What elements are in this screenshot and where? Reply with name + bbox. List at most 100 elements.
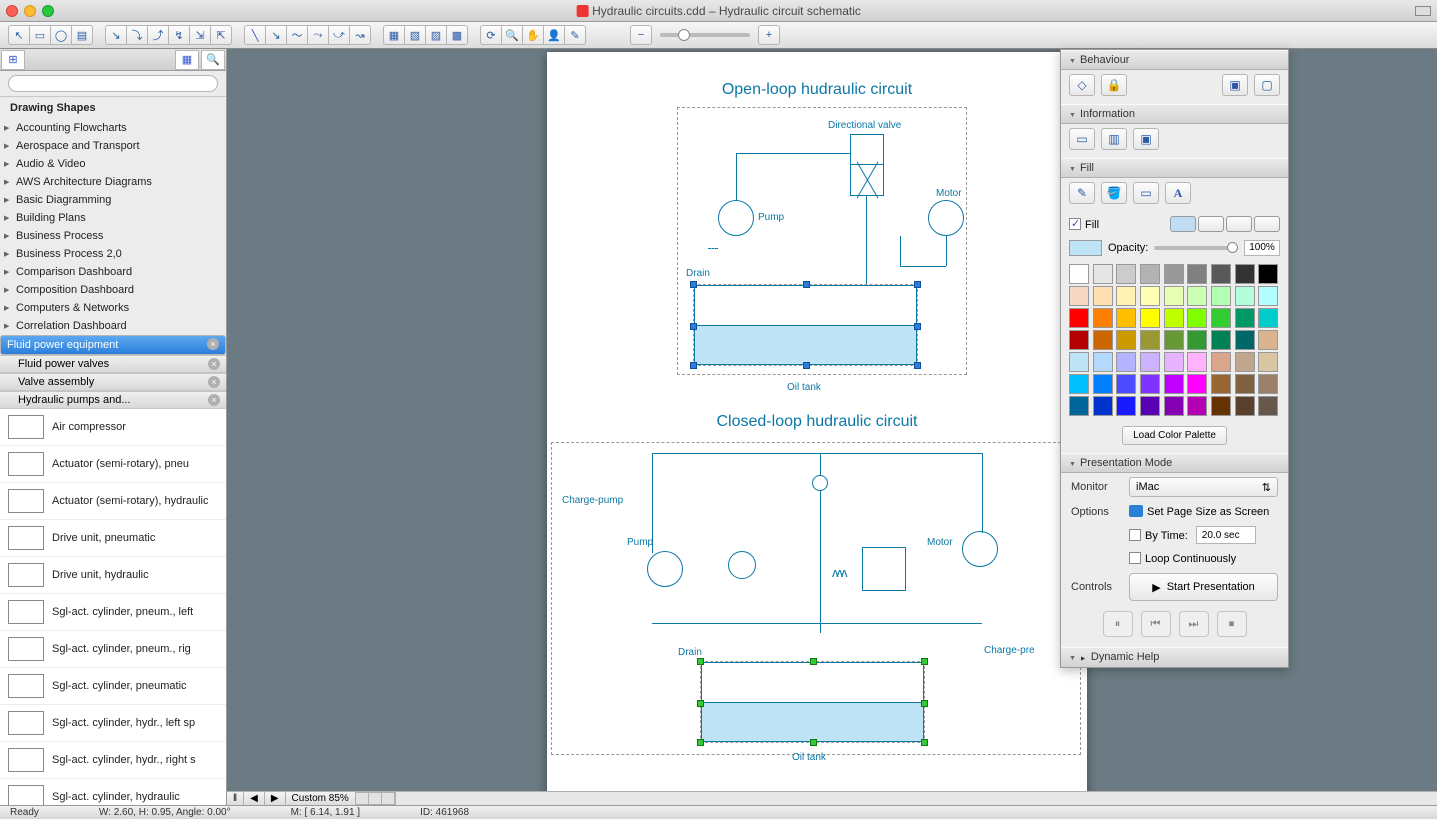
align-tool-1[interactable]: ▦ <box>383 25 405 45</box>
oil-tank-1[interactable] <box>693 284 918 366</box>
zoom-window-button[interactable] <box>42 5 54 17</box>
rect-tool[interactable]: ▭ <box>29 25 51 45</box>
hscroll-left[interactable]: ‖ <box>227 792 244 805</box>
color-swatch[interactable] <box>1116 264 1136 284</box>
opacity-slider[interactable] <box>1154 246 1238 250</box>
color-swatch[interactable] <box>1164 396 1184 416</box>
color-swatch[interactable] <box>1164 286 1184 306</box>
color-swatch[interactable] <box>1235 308 1255 328</box>
color-swatch[interactable] <box>1235 286 1255 306</box>
line-tool-6[interactable]: ↝ <box>349 25 371 45</box>
color-swatch[interactable] <box>1069 286 1089 306</box>
shape-item[interactable]: Sgl-act. cylinder, hydr., left sp <box>0 705 226 742</box>
color-swatch[interactable] <box>1069 308 1089 328</box>
connector-tool-2[interactable]: ⤵ <box>126 25 148 45</box>
section-information[interactable]: Information <box>1061 104 1288 124</box>
color-swatch[interactable] <box>1187 308 1207 328</box>
fill-checkbox[interactable]: ✓Fill <box>1069 218 1099 231</box>
color-swatch[interactable] <box>1069 330 1089 350</box>
library-category[interactable]: Comparison Dashboard <box>0 263 226 281</box>
library-category[interactable]: AWS Architecture Diagrams <box>0 173 226 191</box>
pres-pause-button[interactable]: ⏸ <box>1103 611 1133 637</box>
opt-page-size[interactable]: Set Page Size as Screen <box>1147 506 1269 518</box>
shape-item[interactable]: Sgl-act. cylinder, pneum., left <box>0 594 226 631</box>
color-swatch[interactable] <box>1116 330 1136 350</box>
color-swatch[interactable] <box>1140 286 1160 306</box>
behaviour-btn-4[interactable]: ▢ <box>1254 74 1280 96</box>
color-swatch[interactable] <box>1211 374 1231 394</box>
zoom-slider[interactable] <box>660 33 750 37</box>
monitor-select[interactable]: iMac⇅ <box>1129 477 1278 497</box>
pump-symbol-2[interactable] <box>647 551 683 587</box>
minimize-window-button[interactable] <box>24 5 36 17</box>
connector-tool-5[interactable]: ⇲ <box>189 25 211 45</box>
line-tool-5[interactable]: ⤻ <box>328 25 350 45</box>
library-category[interactable]: Business Process <box>0 227 226 245</box>
color-swatch[interactable] <box>1116 308 1136 328</box>
color-swatch[interactable] <box>1258 352 1278 372</box>
color-swatch[interactable] <box>1140 374 1160 394</box>
refresh-tool[interactable]: ⟳ <box>480 25 502 45</box>
opt-loop-checkbox[interactable]: Loop Continuously <box>1129 552 1236 565</box>
color-swatch[interactable] <box>1093 308 1113 328</box>
motor-symbol-1[interactable] <box>928 200 964 236</box>
shape-item[interactable]: Actuator (semi-rotary), hydraulic <box>0 483 226 520</box>
page-tabs[interactable] <box>356 792 395 805</box>
color-swatch[interactable] <box>1235 374 1255 394</box>
section-behaviour[interactable]: Behaviour <box>1061 50 1288 70</box>
line-tool-2[interactable]: ↘ <box>265 25 287 45</box>
behaviour-btn-3[interactable]: ▣ <box>1222 74 1248 96</box>
library-grid-button[interactable]: ▦ <box>175 50 199 70</box>
color-swatch[interactable] <box>1211 330 1231 350</box>
color-swatch[interactable] <box>1164 374 1184 394</box>
close-icon[interactable]: × <box>208 358 220 370</box>
color-swatch[interactable] <box>1140 264 1160 284</box>
library-category[interactable]: Accounting Flowcharts <box>0 119 226 137</box>
shape-item[interactable]: Drive unit, hydraulic <box>0 557 226 594</box>
color-swatch[interactable] <box>1211 396 1231 416</box>
fill-type-gradient[interactable] <box>1198 216 1224 232</box>
color-swatch[interactable] <box>1116 396 1136 416</box>
color-swatch[interactable] <box>1116 374 1136 394</box>
color-swatch[interactable] <box>1187 352 1207 372</box>
color-swatch[interactable] <box>1235 396 1255 416</box>
line-tool-3[interactable]: 〜 <box>286 25 308 45</box>
fill-text-icon[interactable]: A <box>1165 182 1191 204</box>
color-swatch[interactable] <box>1211 352 1231 372</box>
color-swatch[interactable] <box>1140 330 1160 350</box>
library-tree-button[interactable]: ⊞ <box>1 50 25 70</box>
color-swatch[interactable] <box>1164 264 1184 284</box>
align-tool-4[interactable]: ▩ <box>446 25 468 45</box>
library-category[interactable]: Composition Dashboard <box>0 281 226 299</box>
hscroll-prev[interactable]: ◀ <box>244 792 265 805</box>
library-category[interactable]: Correlation Dashboard <box>0 317 226 335</box>
opacity-value[interactable]: 100% <box>1244 240 1280 256</box>
close-icon[interactable]: × <box>207 338 219 350</box>
zoom-out-button[interactable]: − <box>630 25 652 45</box>
color-swatch[interactable] <box>1164 330 1184 350</box>
color-swatch[interactable] <box>1093 286 1113 306</box>
color-swatch[interactable] <box>1187 374 1207 394</box>
close-icon[interactable]: × <box>208 376 220 388</box>
close-icon[interactable]: × <box>208 394 220 406</box>
line-tool-1[interactable]: ╲ <box>244 25 266 45</box>
color-swatch[interactable] <box>1164 308 1184 328</box>
pointer-tool[interactable]: ↖ <box>8 25 30 45</box>
library-category[interactable]: Computers & Networks <box>0 299 226 317</box>
color-swatch[interactable] <box>1093 330 1113 350</box>
color-swatch[interactable] <box>1187 286 1207 306</box>
color-swatch[interactable] <box>1235 352 1255 372</box>
library-search-input[interactable] <box>8 75 218 92</box>
color-swatch[interactable] <box>1235 264 1255 284</box>
hand-tool[interactable]: ✋ <box>522 25 544 45</box>
directional-valve-symbol[interactable] <box>850 134 884 196</box>
shape-item[interactable]: Air compressor <box>0 409 226 446</box>
opt-by-time-checkbox[interactable]: By Time: <box>1129 529 1188 542</box>
color-swatch[interactable] <box>1211 308 1231 328</box>
info-btn-1[interactable]: ▭ <box>1069 128 1095 150</box>
color-swatch[interactable] <box>1258 396 1278 416</box>
motor-symbol-2[interactable] <box>962 531 998 567</box>
hscroll-next[interactable]: ▶ <box>265 792 286 805</box>
oil-tank-2[interactable] <box>700 661 925 743</box>
connector-tool-4[interactable]: ↯ <box>168 25 190 45</box>
